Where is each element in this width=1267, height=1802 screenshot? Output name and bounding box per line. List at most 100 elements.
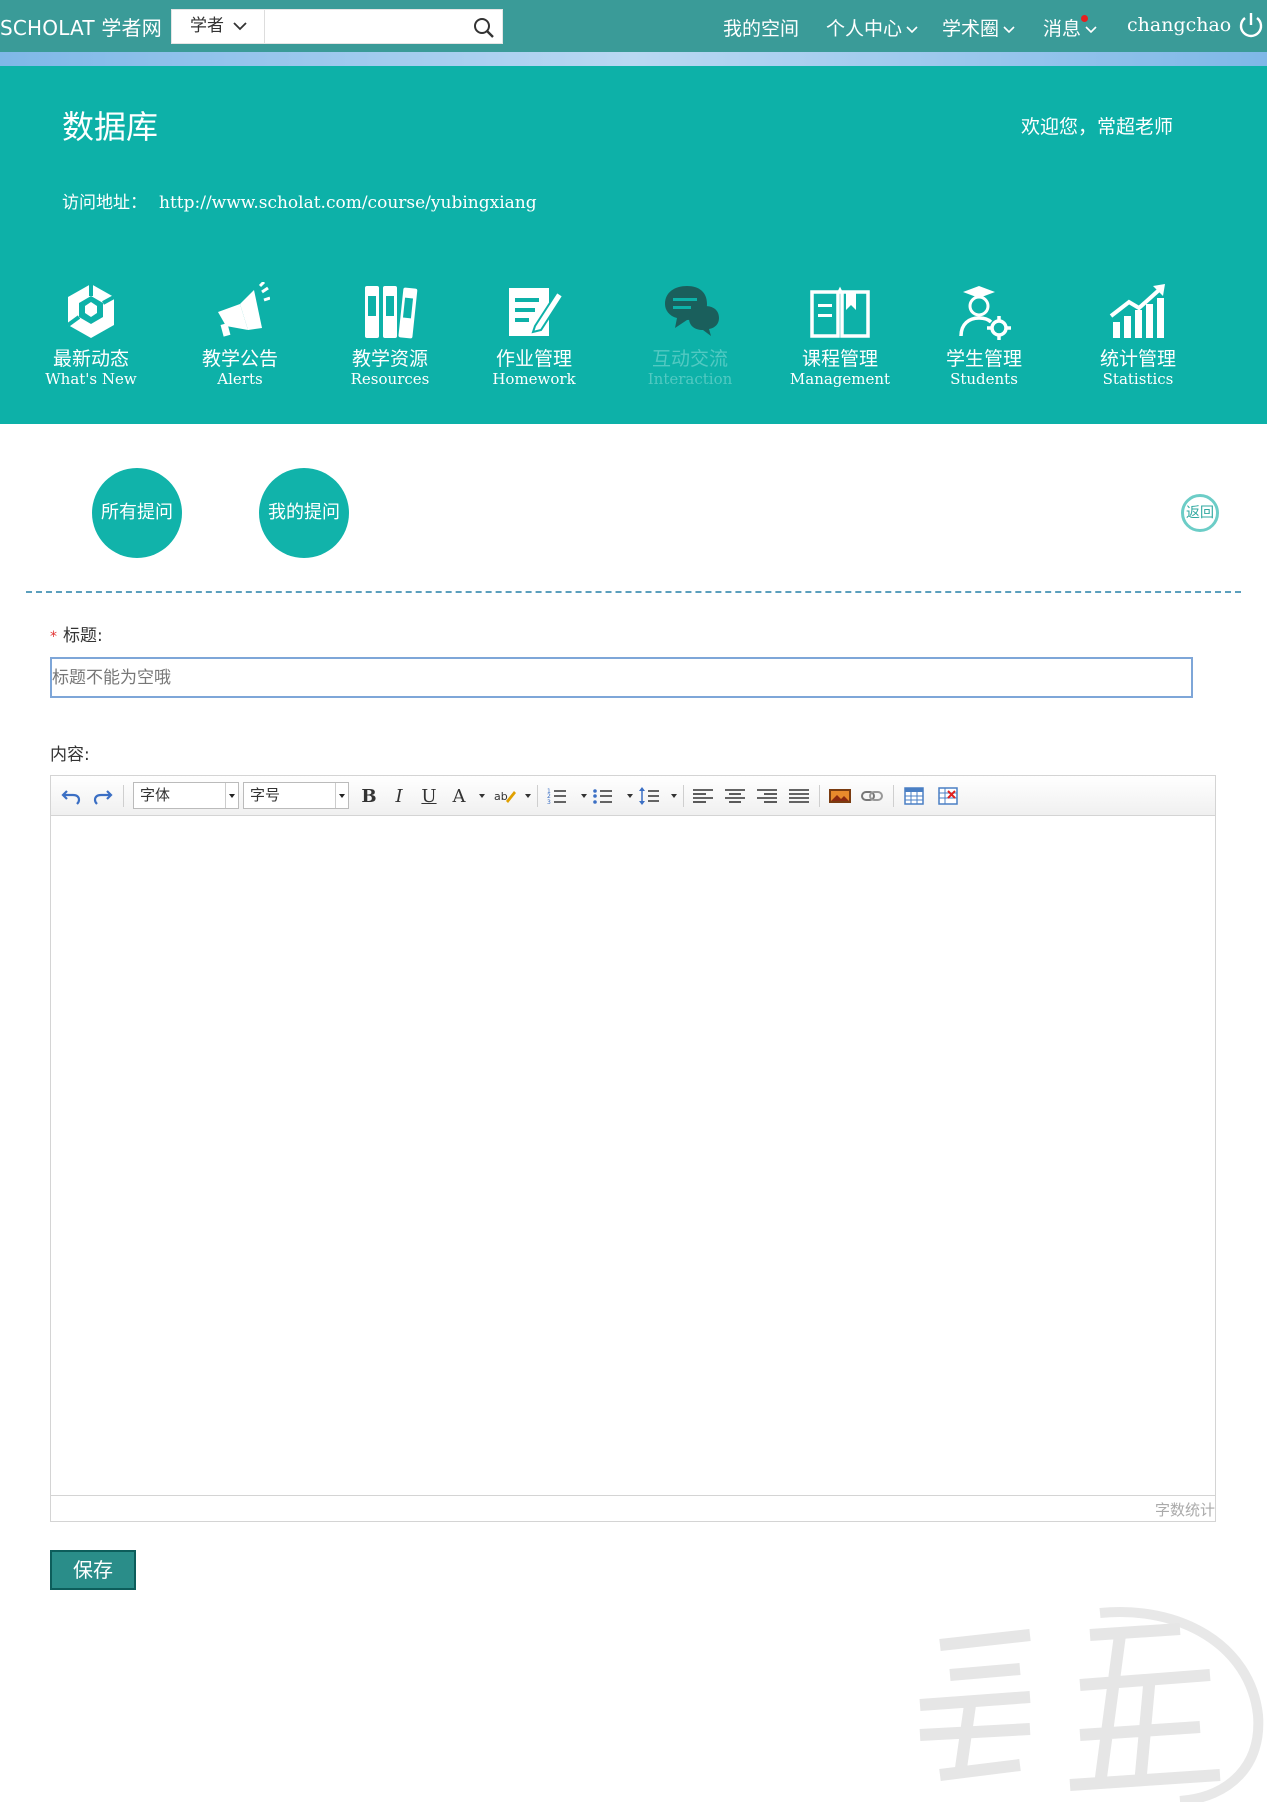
search-box: 学者 bbox=[171, 9, 503, 44]
link-icon bbox=[861, 791, 883, 801]
module-alerts[interactable]: 教学公告 Alerts bbox=[170, 278, 310, 388]
module-resources[interactable]: 教学资源 Resources bbox=[320, 278, 460, 388]
align-justify-button[interactable] bbox=[787, 784, 811, 808]
font-color-icon: A bbox=[452, 785, 466, 807]
search-input[interactable] bbox=[266, 10, 466, 43]
chevron-down-icon bbox=[233, 22, 247, 31]
image-icon bbox=[829, 789, 851, 803]
access-address: 访问地址： http://www.scholat.com/course/yubin… bbox=[62, 188, 537, 213]
unordered-list-icon bbox=[593, 789, 612, 804]
search-icon[interactable] bbox=[472, 16, 496, 40]
megaphone-icon bbox=[218, 282, 270, 337]
underline-button[interactable]: U bbox=[417, 784, 441, 808]
redo-icon bbox=[93, 790, 113, 805]
line-height-button[interactable] bbox=[637, 784, 661, 808]
dropdown-arrow-icon bbox=[479, 794, 485, 798]
section-divider bbox=[26, 591, 1241, 593]
required-asterisk: * bbox=[50, 629, 57, 645]
insert-table-button[interactable] bbox=[901, 784, 927, 808]
course-title: 数据库 bbox=[62, 108, 159, 146]
ordered-list-button[interactable]: 123 bbox=[545, 784, 569, 808]
align-right-icon bbox=[757, 789, 777, 803]
all-questions-button[interactable]: 所有提问 bbox=[92, 468, 182, 558]
toolbar-separator bbox=[123, 785, 124, 807]
course-seal-watermark bbox=[919, 1607, 1264, 1802]
dropdown-arrow-icon bbox=[581, 794, 587, 798]
toolbar-separator bbox=[537, 785, 538, 807]
underline-icon: U bbox=[421, 785, 437, 807]
top-accent-stripe bbox=[0, 52, 1267, 66]
undo-icon bbox=[61, 790, 81, 805]
insert-link-button[interactable] bbox=[859, 784, 885, 808]
chevron-down-icon bbox=[1085, 26, 1097, 34]
toolbar-separator bbox=[893, 785, 894, 807]
rich-text-editor: 字体 字号 B I U A ab 123 字数统计 bbox=[50, 775, 1216, 1522]
rising-bars-icon bbox=[1109, 284, 1165, 338]
highlight-icon: ab bbox=[494, 790, 516, 803]
search-type-label: 学者 bbox=[190, 16, 224, 36]
font-size-select[interactable]: 字号 bbox=[243, 782, 349, 809]
nav-username[interactable]: changchao bbox=[1127, 14, 1231, 36]
align-left-icon bbox=[693, 789, 713, 803]
title-input[interactable] bbox=[50, 657, 1193, 698]
site-logo[interactable]: SCHOLAT 学者网 bbox=[0, 12, 162, 41]
editor-statusbar: 字数统计 bbox=[51, 1495, 1215, 1521]
unordered-list-button[interactable] bbox=[591, 784, 615, 808]
undo-button[interactable] bbox=[59, 784, 83, 808]
news-cube-icon bbox=[66, 284, 115, 338]
module-homework[interactable]: 作业管理 Homework bbox=[464, 278, 604, 388]
module-management[interactable]: 课程管理 Management bbox=[770, 278, 910, 388]
top-navigation-bar: SCHOLAT 学者网 学者 我的空间 个人中心 学术圈 消息 changcha… bbox=[0, 0, 1267, 66]
new-message-dot bbox=[1081, 15, 1088, 22]
nav-academic-circle[interactable]: 学术圈 bbox=[942, 14, 1015, 41]
module-interaction[interactable]: 互动交流 Interaction bbox=[620, 278, 760, 388]
delete-table-button[interactable] bbox=[935, 784, 961, 808]
bold-button[interactable]: B bbox=[357, 784, 381, 808]
svg-text:ab: ab bbox=[494, 790, 508, 803]
pen-document-icon bbox=[509, 288, 563, 336]
font-family-select[interactable]: 字体 bbox=[133, 782, 239, 809]
module-whats-new[interactable]: 最新动态 What's New bbox=[21, 278, 161, 388]
align-center-icon bbox=[725, 789, 745, 803]
align-justify-icon bbox=[789, 789, 809, 803]
back-button[interactable]: 返回 bbox=[1181, 494, 1219, 532]
access-address-link[interactable]: http://www.scholat.com/course/yubingxian… bbox=[159, 193, 537, 213]
editor-content-area[interactable] bbox=[51, 816, 1215, 1497]
bold-icon: B bbox=[361, 785, 377, 807]
dropdown-arrow-icon bbox=[671, 794, 677, 798]
font-color-button[interactable]: A bbox=[447, 784, 471, 808]
word-count: 字数统计 bbox=[1154, 1501, 1215, 1519]
open-book-icon bbox=[810, 286, 870, 338]
toolbar-separator bbox=[683, 785, 684, 807]
module-statistics[interactable]: 统计管理 Statistics bbox=[1068, 278, 1208, 388]
insert-image-button[interactable] bbox=[827, 784, 853, 808]
binders-icon bbox=[365, 286, 418, 339]
ordered-list-icon: 123 bbox=[547, 788, 566, 805]
align-center-button[interactable] bbox=[723, 784, 747, 808]
search-type-select[interactable]: 学者 bbox=[172, 10, 265, 43]
nav-messages[interactable]: 消息 bbox=[1043, 14, 1097, 41]
toolbar-separator bbox=[819, 785, 820, 807]
title-label: * 标题: bbox=[50, 626, 103, 646]
module-students[interactable]: 学生管理 Students bbox=[914, 278, 1054, 388]
chevron-down-icon bbox=[906, 26, 918, 34]
power-icon[interactable] bbox=[1237, 10, 1265, 40]
dropdown-arrow-icon bbox=[627, 794, 633, 798]
align-right-button[interactable] bbox=[755, 784, 779, 808]
welcome-text: 欢迎您，常超老师 bbox=[1020, 116, 1173, 138]
save-button[interactable]: 保存 bbox=[50, 1550, 136, 1590]
italic-icon: I bbox=[395, 785, 403, 807]
student-gear-icon bbox=[959, 286, 1011, 340]
nav-personal-center[interactable]: 个人中心 bbox=[826, 14, 918, 41]
my-questions-button[interactable]: 我的提问 bbox=[259, 468, 349, 558]
chat-bubbles-icon bbox=[665, 286, 719, 336]
editor-toolbar: 字体 字号 B I U A ab 123 bbox=[51, 776, 1215, 816]
redo-button[interactable] bbox=[91, 784, 115, 808]
course-header: 数据库 欢迎您，常超老师 访问地址： http://www.scholat.com… bbox=[0, 66, 1267, 424]
italic-button[interactable]: I bbox=[387, 784, 411, 808]
dropdown-arrow-icon bbox=[335, 783, 348, 808]
highlight-button[interactable]: ab bbox=[493, 784, 517, 808]
align-left-button[interactable] bbox=[691, 784, 715, 808]
nav-my-space[interactable]: 我的空间 bbox=[723, 14, 799, 41]
line-height-icon bbox=[639, 787, 659, 805]
